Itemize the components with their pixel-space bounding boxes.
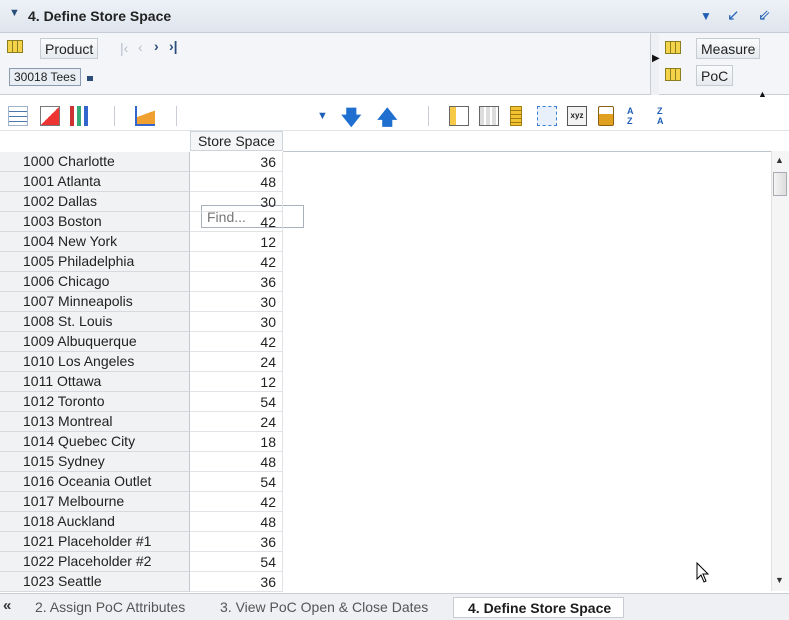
grid-corner <box>0 131 190 151</box>
header-divider <box>283 151 771 152</box>
chart-grid-view-icon[interactable] <box>40 106 60 126</box>
store-space-cell[interactable]: 36 <box>190 272 283 292</box>
first-page-icon[interactable]: |‹ <box>120 40 128 56</box>
store-space-cell[interactable]: 54 <box>190 552 283 572</box>
last-page-icon[interactable]: ›| <box>169 38 178 54</box>
poc-dimension-button[interactable]: PoC <box>696 65 734 86</box>
maximize-icon[interactable]: ⇙ <box>758 6 771 24</box>
toolbar-separator <box>428 106 429 126</box>
tab-define-store-space[interactable]: 4. Define Store Space <box>453 597 625 618</box>
toolbar-separator <box>114 106 115 126</box>
store-space-cell[interactable]: 48 <box>190 512 283 532</box>
find-options-dropdown-icon[interactable]: ▼ <box>317 110 328 122</box>
toolbar: ▼ 🡇 🡅 xyz AZ ZA <box>0 101 789 228</box>
row-header-store[interactable]: 1010 Los Angeles <box>0 352 190 372</box>
store-space-cell[interactable]: 54 <box>190 472 283 492</box>
view-menu-dropdown-icon[interactable]: ▼ <box>700 9 712 23</box>
row-header-store[interactable]: 1002 Dallas <box>0 192 190 212</box>
tab-view-poc-open-close-dates[interactable]: 3. View PoC Open & Close Dates <box>220 597 428 618</box>
chip-handle-icon[interactable] <box>87 76 93 81</box>
column-header-store-space[interactable]: Store Space <box>190 131 283 151</box>
store-space-cell[interactable]: 42 <box>190 492 283 512</box>
sort-descending-icon[interactable]: ZA <box>657 106 677 126</box>
bar-chart-view-icon[interactable] <box>70 106 90 126</box>
store-space-cell[interactable]: 30 <box>190 312 283 332</box>
row-header-store[interactable]: 1011 Ottawa <box>0 372 190 392</box>
row-header-store[interactable]: 1018 Auckland <box>0 512 190 532</box>
area-chart-icon[interactable] <box>135 106 155 126</box>
row-header-store[interactable]: 1017 Melbourne <box>0 492 190 512</box>
row-header-store[interactable]: 1007 Minneapolis <box>0 292 190 312</box>
rename-xyz-icon[interactable]: xyz <box>567 106 587 126</box>
store-space-cell[interactable]: 36 <box>190 152 283 172</box>
row-header-store[interactable]: 1003 Boston <box>0 212 190 232</box>
ruler-icon[interactable] <box>510 106 522 126</box>
select-cells-icon[interactable] <box>479 106 499 126</box>
store-space-cell[interactable]: 18 <box>190 432 283 452</box>
store-space-cell[interactable]: 24 <box>190 412 283 432</box>
store-space-cell[interactable]: 48 <box>190 452 283 472</box>
spread-cells-icon[interactable] <box>537 106 557 126</box>
point-of-view-panel: Product |‹ ‹ › ›| 30018 Tees ▶ Measure P… <box>0 33 789 99</box>
lock-icon[interactable] <box>598 106 614 126</box>
row-header-store[interactable]: 1009 Albuquerque <box>0 332 190 352</box>
previous-page-icon[interactable]: ‹ <box>138 39 143 55</box>
product-selection-chip[interactable]: 30018 Tees <box>9 68 81 86</box>
next-page-icon[interactable]: › <box>154 38 159 54</box>
store-space-cell[interactable]: 42 <box>190 212 283 232</box>
restore-icon[interactable]: ↙ <box>727 6 740 24</box>
row-header-store[interactable]: 1014 Quebec City <box>0 432 190 452</box>
scroll-up-arrow-icon[interactable]: ▲ <box>775 155 784 165</box>
product-grid-icon <box>7 40 23 53</box>
show-hide-columns-icon[interactable] <box>449 106 469 126</box>
scroll-down-arrow-icon[interactable]: ▼ <box>775 575 784 585</box>
store-space-cell[interactable]: 54 <box>190 392 283 412</box>
store-space-cell[interactable]: 36 <box>190 572 283 592</box>
row-header-store[interactable]: 1016 Oceania Outlet <box>0 472 190 492</box>
row-header-store[interactable]: 1022 Placeholder #2 <box>0 552 190 572</box>
view-title: 4. Define Store Space <box>28 8 172 24</box>
store-space-cell[interactable]: 42 <box>190 332 283 352</box>
measure-dimension-button[interactable]: Measure <box>696 38 761 59</box>
row-header-store[interactable]: 1012 Toronto <box>0 392 190 412</box>
store-space-cell[interactable]: 36 <box>190 532 283 552</box>
row-header-store[interactable]: 1000 Charlotte <box>0 152 190 172</box>
store-space-cell[interactable]: 30 <box>190 192 283 212</box>
mouse-cursor-icon <box>696 562 710 583</box>
view-title-bar: ▼ 4. Define Store Space ▼ ↙ ⇙ <box>0 0 789 33</box>
row-header-store[interactable]: 1023 Seattle <box>0 572 190 592</box>
splitter-arrow-icon[interactable]: ▶ <box>652 53 660 64</box>
store-space-cell[interactable]: 30 <box>190 292 283 312</box>
row-header-store[interactable]: 1013 Montreal <box>0 412 190 432</box>
sort-ascending-icon[interactable]: AZ <box>627 106 647 126</box>
store-space-cell[interactable]: 48 <box>190 172 283 192</box>
tabs-scroll-left-icon[interactable]: « <box>3 597 11 614</box>
toolbar-separator <box>176 106 177 126</box>
poc-grid-icon <box>665 68 681 81</box>
row-header-store[interactable]: 1004 New York <box>0 232 190 252</box>
product-dimension-button[interactable]: Product <box>40 38 99 59</box>
row-header-store[interactable]: 1008 St. Louis <box>0 312 190 332</box>
tab-assign-poc-attributes[interactable]: 2. Assign PoC Attributes <box>35 597 185 618</box>
row-header-store[interactable]: 1006 Chicago <box>0 272 190 292</box>
row-header-store[interactable]: 1015 Sydney <box>0 452 190 472</box>
store-space-cell[interactable]: 12 <box>190 232 283 252</box>
store-space-cell[interactable]: 12 <box>190 372 283 392</box>
find-next-down-arrow-icon[interactable]: 🡇 <box>341 103 362 137</box>
vertical-scrollbar[interactable] <box>771 151 789 591</box>
row-header-store[interactable]: 1021 Placeholder #1 <box>0 532 190 552</box>
pov-collapse-icon[interactable]: ▲ <box>758 89 767 99</box>
row-header-store[interactable]: 1005 Philadelphia <box>0 252 190 272</box>
store-space-cell[interactable]: 42 <box>190 252 283 272</box>
pov-splitter[interactable] <box>650 33 659 95</box>
measure-grid-icon <box>665 41 681 54</box>
row-header-store[interactable]: 1001 Atlanta <box>0 172 190 192</box>
find-previous-up-arrow-icon[interactable]: 🡅 <box>377 103 398 137</box>
store-space-cell[interactable]: 24 <box>190 352 283 372</box>
grid-view-icon[interactable] <box>8 106 28 126</box>
scrollbar-thumb[interactable] <box>773 172 787 196</box>
collapse-chevron-icon[interactable]: ▼ <box>9 7 20 19</box>
